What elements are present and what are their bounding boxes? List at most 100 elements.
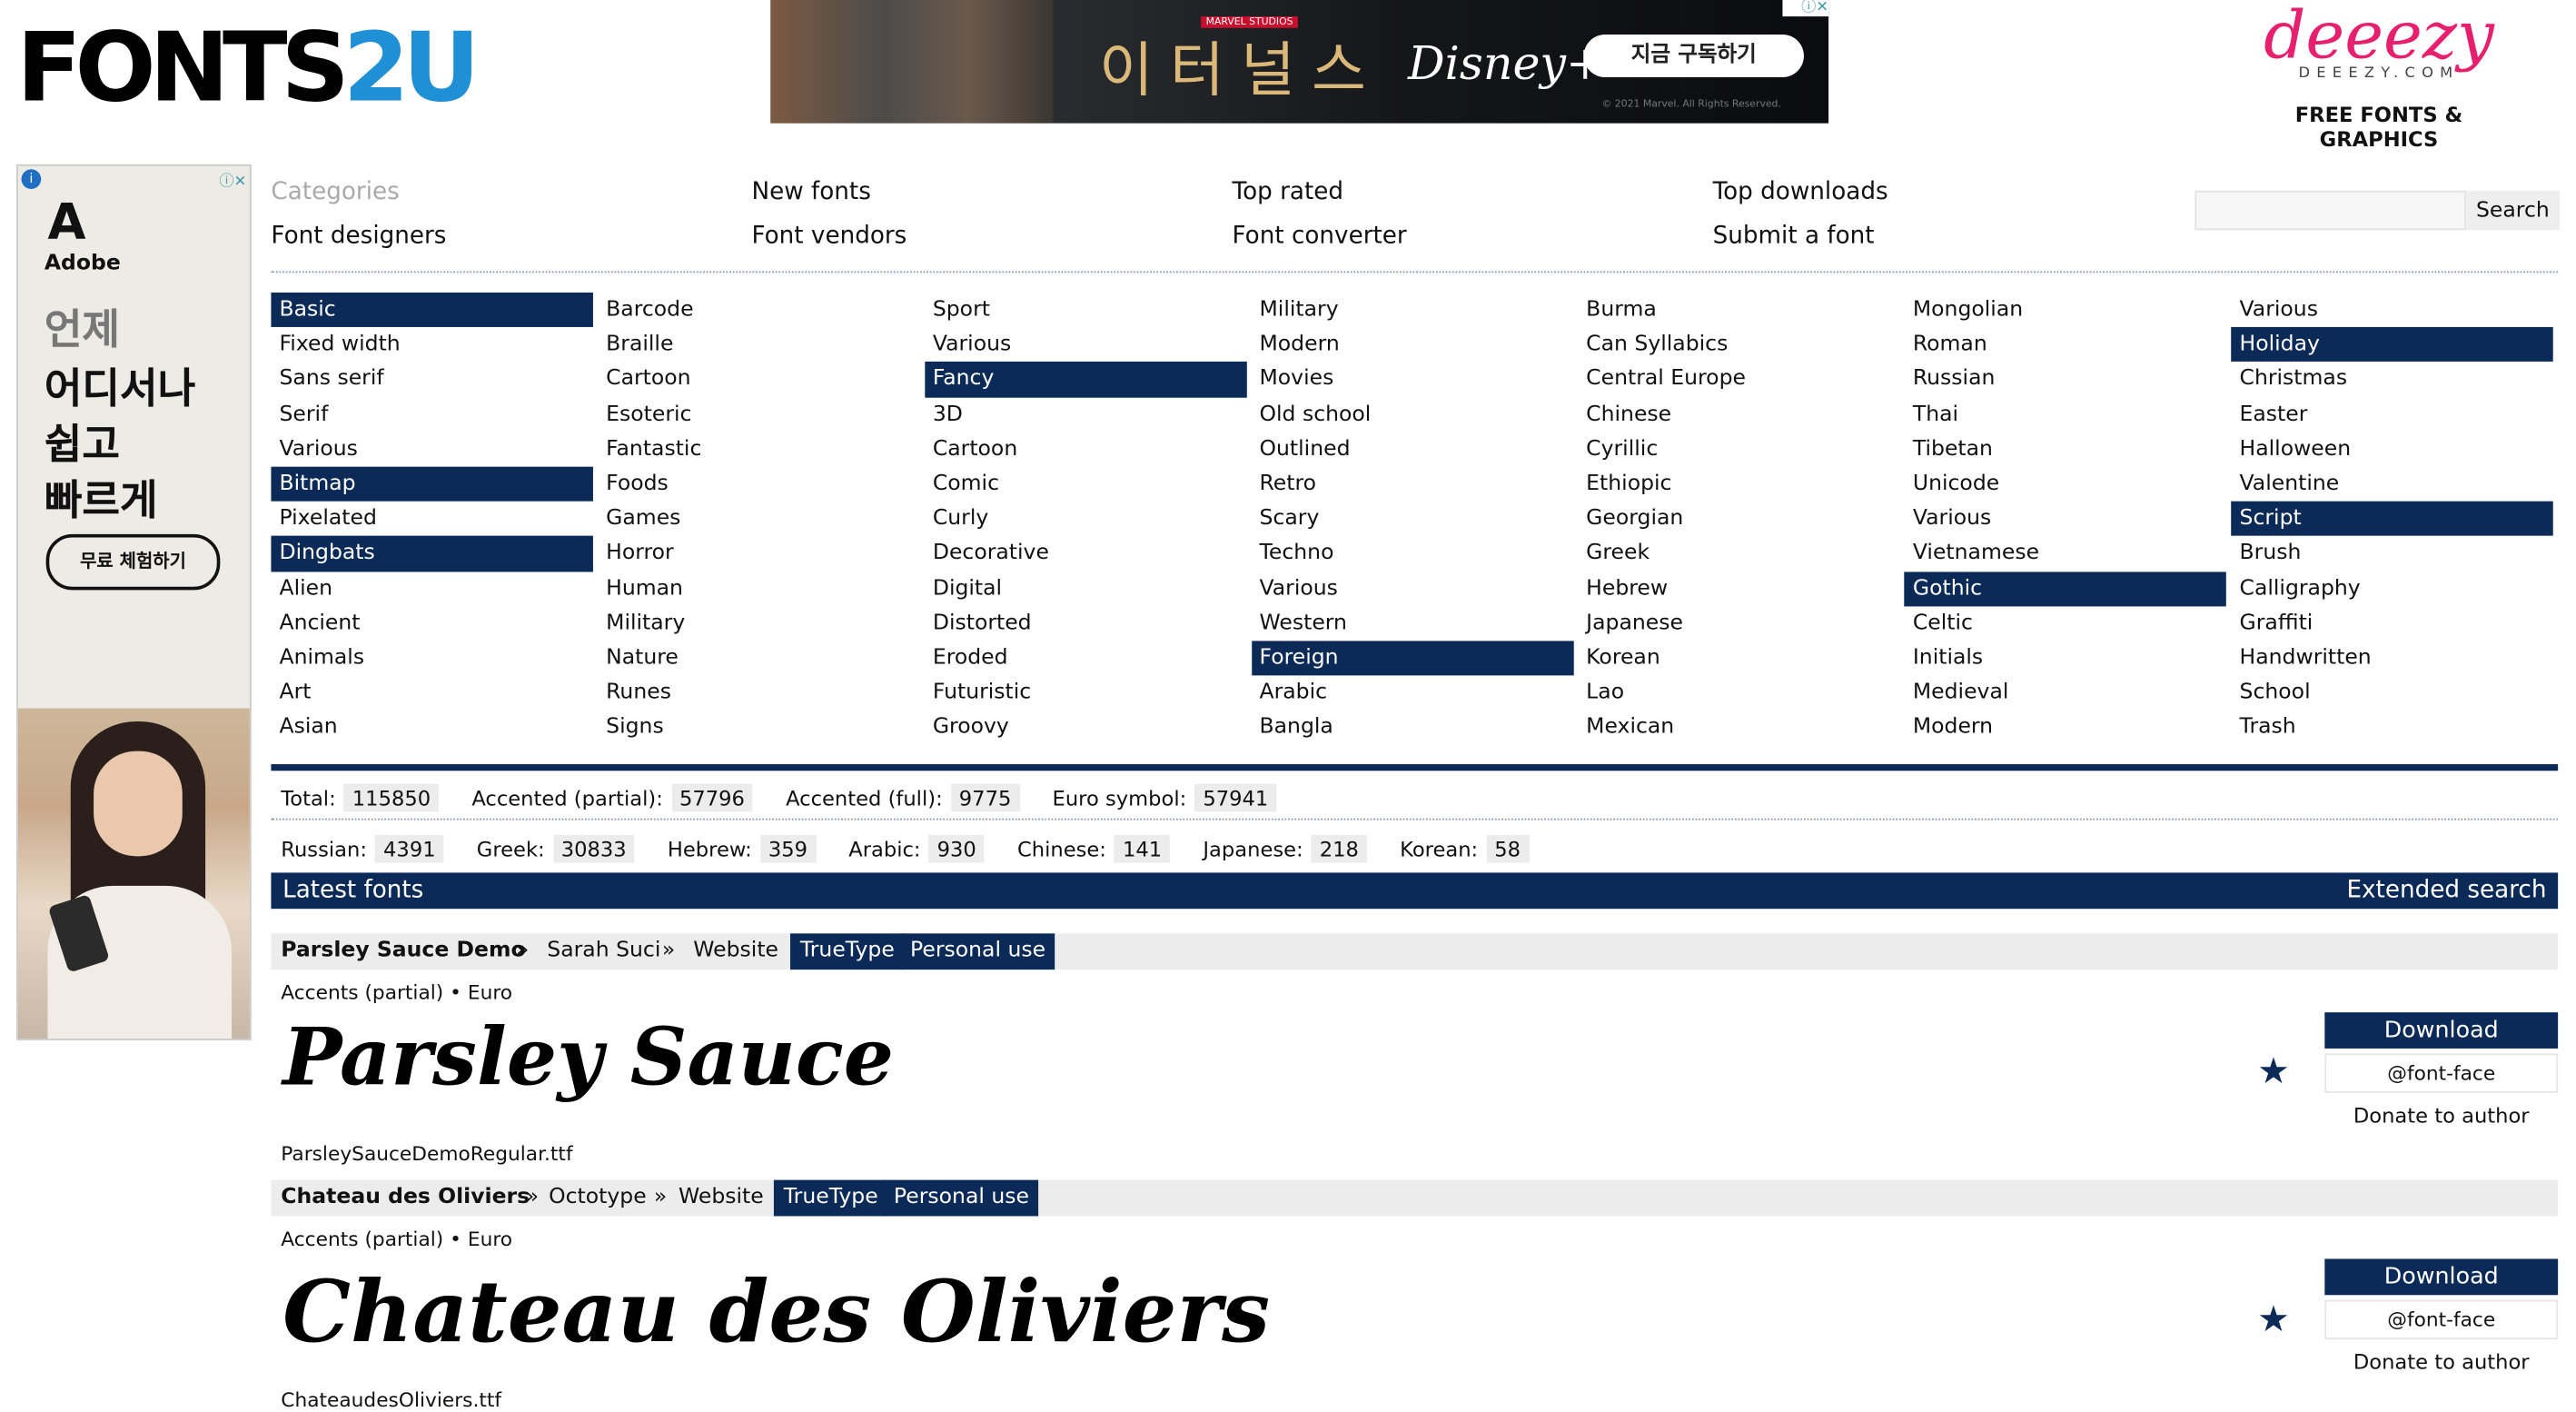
ad-trial-button[interactable]: 무료 체험하기: [45, 533, 221, 591]
category-link[interactable]: Cyrillic: [1578, 432, 1891, 466]
donate-link[interactable]: Donate to author: [2324, 1098, 2558, 1134]
category-link[interactable]: Braille: [598, 327, 911, 362]
category-link[interactable]: Outlined: [1251, 432, 1564, 466]
category-link[interactable]: Mongolian: [1905, 293, 2218, 327]
ad-choices-icon[interactable]: i: [21, 169, 42, 190]
font-author-link[interactable]: Sarah Suci: [547, 933, 660, 970]
category-link[interactable]: Various: [1905, 502, 2218, 536]
category-link[interactable]: Foods: [598, 467, 911, 502]
category-link[interactable]: Brush: [2231, 536, 2544, 571]
category-link[interactable]: Games: [598, 502, 911, 536]
font-author-link[interactable]: Octotype: [549, 1180, 647, 1217]
category-link[interactable]: Digital: [925, 572, 1238, 606]
category-link[interactable]: Ancient: [271, 606, 584, 641]
fontface-button[interactable]: @font-face: [2324, 1053, 2559, 1093]
category-link[interactable]: Christmas: [2231, 363, 2544, 397]
category-link[interactable]: Greek: [1578, 536, 1891, 571]
category-link[interactable]: Scary: [1251, 502, 1564, 536]
category-link[interactable]: Barcode: [598, 293, 911, 327]
category-link[interactable]: Sport: [925, 293, 1238, 327]
category-link[interactable]: Gothic: [1904, 571, 2227, 606]
category-link[interactable]: Asian: [271, 711, 584, 745]
category-link[interactable]: Georgian: [1578, 502, 1891, 536]
category-link[interactable]: Unicode: [1905, 467, 2218, 502]
category-link[interactable]: Mexican: [1578, 711, 1891, 745]
nav-top-rated[interactable]: Top rated: [1233, 178, 1713, 204]
category-link[interactable]: Alien: [271, 572, 584, 606]
category-link[interactable]: Distorted: [925, 606, 1238, 641]
download-button[interactable]: Download: [2324, 1258, 2559, 1296]
nav-font-vendors[interactable]: Font vendors: [751, 223, 1232, 249]
category-link[interactable]: Trash: [2231, 711, 2544, 745]
search-button[interactable]: Search: [2465, 190, 2560, 231]
font-specimen[interactable]: Parsley Sauce: [282, 1012, 894, 1104]
category-link[interactable]: Handwritten: [2231, 641, 2544, 675]
category-link[interactable]: Pixelated: [271, 502, 584, 536]
category-link[interactable]: Foreign: [1251, 641, 1573, 676]
nav-font-designers[interactable]: Font designers: [271, 223, 751, 249]
category-link[interactable]: Movies: [1251, 363, 1564, 397]
category-link[interactable]: Eroded: [925, 641, 1238, 675]
category-link[interactable]: Retro: [1251, 467, 1564, 502]
category-link[interactable]: Celtic: [1905, 606, 2218, 641]
category-link[interactable]: Horror: [598, 536, 911, 571]
category-link[interactable]: Roman: [1905, 327, 2218, 362]
category-link[interactable]: Various: [2231, 293, 2544, 327]
category-link[interactable]: Chinese: [1578, 397, 1891, 432]
font-title-link[interactable]: Chateau des Oliviers: [281, 1180, 530, 1217]
category-link[interactable]: Easter: [2231, 397, 2544, 432]
favorite-star-icon[interactable]: ★: [2257, 1052, 2290, 1093]
nav-submit-font[interactable]: Submit a font: [1713, 223, 2194, 249]
category-link[interactable]: Central Europe: [1578, 363, 1891, 397]
category-link[interactable]: Holiday: [2231, 327, 2554, 363]
category-link[interactable]: Groovy: [925, 711, 1238, 745]
top-banner-ad[interactable]: MARVEL STUDIOS 이터널스 Disney+ 지금 구독하기 © 20…: [770, 0, 1829, 124]
category-link[interactable]: Bangla: [1251, 711, 1564, 745]
category-link[interactable]: Decorative: [925, 536, 1238, 571]
category-link[interactable]: Valentine: [2231, 467, 2544, 502]
category-link[interactable]: Esoteric: [598, 397, 911, 432]
category-link[interactable]: Medieval: [1905, 675, 2218, 710]
category-link[interactable]: Hebrew: [1578, 572, 1891, 606]
category-link[interactable]: Futuristic: [925, 675, 1238, 710]
nav-top-downloads[interactable]: Top downloads: [1713, 178, 2194, 204]
font-title-link[interactable]: Parsley Sauce Demo: [281, 933, 525, 970]
category-link[interactable]: Japanese: [1578, 606, 1891, 641]
category-link[interactable]: Human: [598, 572, 911, 606]
fontface-button[interactable]: @font-face: [2324, 1299, 2559, 1340]
category-link[interactable]: Can Syllabics: [1578, 327, 1891, 362]
font-website-link[interactable]: Website: [679, 1180, 764, 1217]
nav-new-fonts[interactable]: New fonts: [751, 178, 1232, 204]
category-link[interactable]: Various: [271, 432, 584, 466]
site-logo[interactable]: FONTS2U: [16, 10, 481, 125]
category-link[interactable]: Graffiti: [2231, 606, 2544, 641]
nav-font-converter[interactable]: Font converter: [1233, 223, 1713, 249]
favorite-star-icon[interactable]: ★: [2257, 1300, 2290, 1341]
category-link[interactable]: Military: [598, 606, 911, 641]
category-link[interactable]: Various: [1251, 572, 1564, 606]
ad-close-icon[interactable]: ⓘ✕: [219, 169, 246, 191]
category-link[interactable]: Dingbats: [271, 536, 593, 572]
category-link[interactable]: School: [2231, 675, 2544, 710]
ad-subscribe-button[interactable]: 지금 구독하기: [1583, 34, 1804, 78]
deeezy-logo[interactable]: deeezy DEEEZY.COM FREE FONTS & GRAPHICS: [2247, 0, 2510, 151]
category-link[interactable]: Various: [925, 327, 1238, 362]
category-link[interactable]: Ethiopic: [1578, 467, 1891, 502]
category-link[interactable]: Calligraphy: [2231, 572, 2544, 606]
category-link[interactable]: Tibetan: [1905, 432, 2218, 466]
category-link[interactable]: Fancy: [924, 362, 1247, 397]
category-link[interactable]: Burma: [1578, 293, 1891, 327]
category-link[interactable]: Runes: [598, 675, 911, 710]
extended-search-link[interactable]: Extended search: [2346, 872, 2546, 909]
category-link[interactable]: Art: [271, 675, 584, 710]
category-link[interactable]: Russian: [1905, 363, 2218, 397]
category-link[interactable]: Nature: [598, 641, 911, 675]
category-link[interactable]: Techno: [1251, 536, 1564, 571]
category-link[interactable]: Halloween: [2231, 432, 2544, 466]
side-banner-ad[interactable]: i ⓘ✕ A Adobe 언제 어디서나 쉽고 빠르게 무료 체험하기: [16, 164, 252, 1040]
category-link[interactable]: Bitmap: [271, 466, 593, 502]
category-link[interactable]: Serif: [271, 397, 584, 432]
category-link[interactable]: Old school: [1251, 397, 1564, 432]
category-link[interactable]: Script: [2231, 501, 2554, 537]
category-link[interactable]: Modern: [1905, 711, 2218, 745]
